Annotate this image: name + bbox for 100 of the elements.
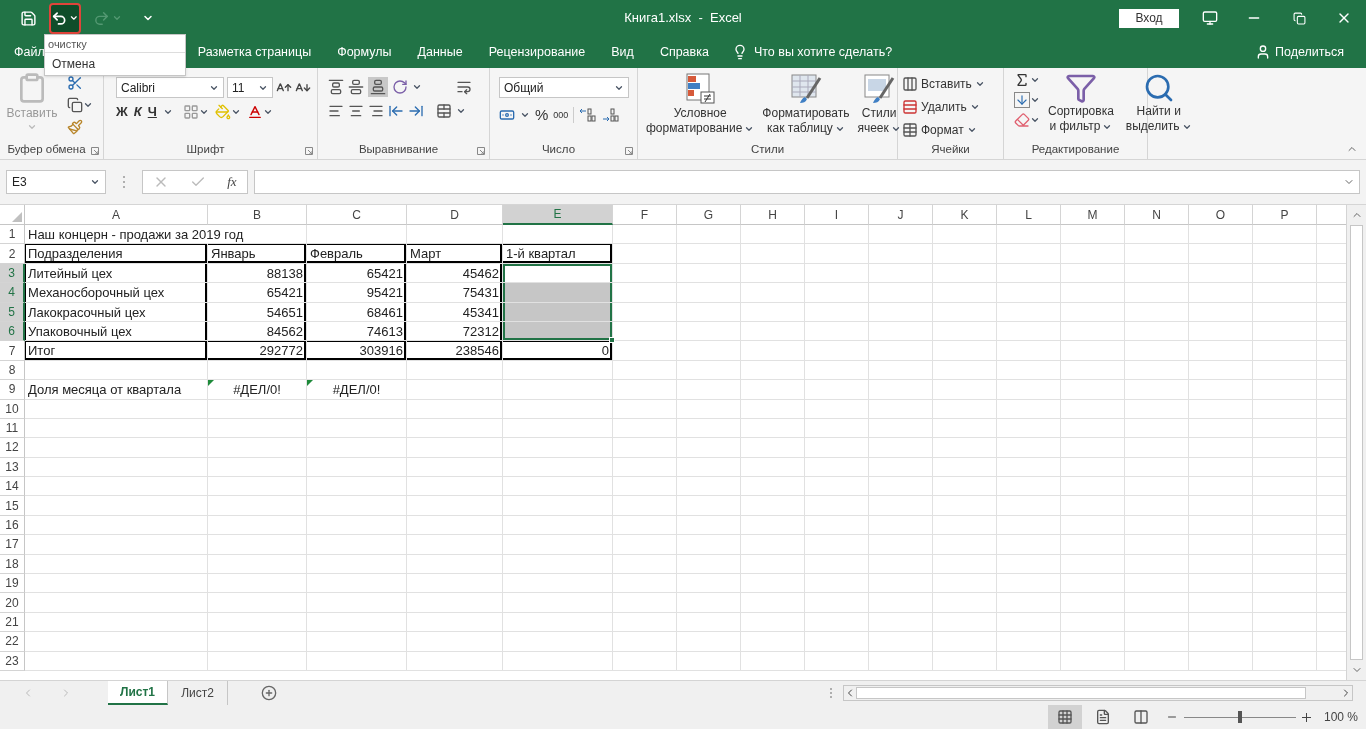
row-header[interactable]: 2 — [0, 244, 25, 264]
font-color-icon[interactable] — [246, 103, 263, 120]
dialog-launcher-icon[interactable] — [91, 147, 99, 155]
error-indicator-icon[interactable] — [307, 380, 313, 387]
view-button[interactable] — [1047, 705, 1082, 729]
format-painter-icon[interactable] — [67, 119, 83, 135]
ribbon-tab[interactable]: Рецензирование — [488, 42, 586, 62]
error-indicator-icon[interactable] — [208, 380, 214, 387]
insert-function-button[interactable]: fx — [227, 172, 237, 192]
undo-button[interactable] — [49, 2, 81, 34]
save-icon[interactable] — [20, 9, 37, 27]
italic-button[interactable]: К — [133, 102, 142, 122]
column-header[interactable]: M — [1061, 205, 1125, 225]
row-header[interactable]: 19 — [0, 574, 25, 594]
scroll-thumb[interactable] — [856, 687, 1306, 699]
align-center-icon[interactable] — [348, 103, 364, 119]
column-header[interactable]: A — [25, 205, 208, 225]
sign-in-button[interactable]: Вход — [1119, 8, 1179, 28]
column-header[interactable]: F — [613, 205, 677, 225]
styles-button[interactable]: Форматировать как таблицу — [758, 106, 854, 136]
row-header[interactable]: 4 — [0, 283, 25, 303]
row-header[interactable]: 20 — [0, 593, 25, 613]
column-header[interactable]: O — [1189, 205, 1253, 225]
ribbon-tab[interactable]: Файл — [14, 42, 45, 62]
ribbon-tab[interactable]: Справка — [659, 42, 709, 62]
underline-button[interactable]: Ч — [147, 102, 157, 122]
dialog-launcher-icon[interactable] — [625, 147, 633, 155]
share-button[interactable]: Поделиться — [1274, 42, 1344, 62]
bold-button[interactable]: Ж — [116, 102, 128, 122]
column-header[interactable]: B — [208, 205, 307, 225]
vertical-scrollbar[interactable] — [1346, 205, 1366, 680]
align-right-icon[interactable] — [368, 103, 384, 119]
align-bottom-button[interactable] — [368, 77, 388, 97]
zoom-in-icon[interactable] — [1301, 712, 1311, 722]
formula-field[interactable] — [254, 170, 1360, 194]
increase-decimal-icon[interactable] — [579, 107, 598, 124]
row-header[interactable]: 12 — [0, 438, 25, 458]
fill-color-icon[interactable] — [214, 103, 231, 120]
font-size-field[interactable]: 11 — [227, 77, 273, 98]
sheet-tab[interactable]: Лист1 — [108, 681, 168, 705]
fill-down-icon[interactable] — [1014, 92, 1030, 108]
zoom-slider-thumb[interactable] — [1237, 710, 1242, 723]
restore-icon[interactable] — [1293, 11, 1306, 25]
horizontal-scrollbar[interactable] — [843, 685, 1353, 701]
wrap-text-icon[interactable] — [456, 79, 472, 95]
merge-cells-icon[interactable] — [436, 103, 452, 119]
align-left-icon[interactable] — [328, 103, 344, 119]
row-header[interactable]: 1 — [0, 225, 25, 245]
ribbon-tab[interactable]: Формулы — [337, 42, 392, 62]
percent-button[interactable]: % — [535, 104, 549, 127]
column-header[interactable]: G — [677, 205, 741, 225]
zoom-level[interactable]: 100 % — [1323, 708, 1358, 726]
styles-button[interactable]: Стили ячеек — [853, 106, 905, 136]
row-header[interactable]: 7 — [0, 341, 25, 361]
dialog-launcher-icon[interactable] — [305, 147, 313, 155]
column-header[interactable]: H — [741, 205, 805, 225]
borders-icon[interactable] — [182, 103, 199, 120]
column-header[interactable]: J — [869, 205, 933, 225]
column-header[interactable]: P — [1253, 205, 1317, 225]
add-sheet-icon[interactable] — [261, 685, 277, 701]
dialog-launcher-icon[interactable] — [477, 147, 485, 155]
cells-button[interactable]: Вставить — [921, 74, 972, 93]
decrease-decimal-icon[interactable] — [602, 107, 621, 124]
copy-icon[interactable] — [67, 97, 83, 113]
row-header[interactable]: 14 — [0, 477, 25, 497]
column-header[interactable]: N — [1125, 205, 1189, 225]
row-header[interactable]: 17 — [0, 535, 25, 555]
menu-item[interactable]: Отмена — [45, 53, 185, 75]
ribbon-tab[interactable]: Данные — [417, 42, 463, 62]
scroll-thumb[interactable] — [1350, 225, 1363, 660]
editing-button[interactable]: Сортировка и фильтр — [1044, 104, 1118, 134]
orientation-icon[interactable] — [392, 79, 408, 95]
drag-handle-icon[interactable] — [122, 175, 126, 189]
drag-handle-icon[interactable] — [829, 687, 833, 699]
align-top-icon[interactable] — [328, 79, 344, 95]
number-format-field[interactable]: Общий — [499, 77, 629, 98]
thousands-button[interactable]: 000 — [553, 108, 569, 122]
column-header[interactable]: K — [933, 205, 997, 225]
column-header[interactable]: C — [307, 205, 407, 225]
eraser-icon[interactable] — [1014, 112, 1030, 128]
row-header[interactable]: 22 — [0, 632, 25, 652]
font-name-field[interactable]: Calibri — [116, 77, 224, 98]
name-box[interactable]: E3 — [6, 170, 106, 194]
fill-handle[interactable] — [609, 337, 615, 344]
align-middle-icon[interactable] — [348, 79, 364, 95]
row-header[interactable]: 9 — [0, 380, 25, 400]
column-header[interactable]: E — [503, 205, 613, 225]
row-header[interactable]: 15 — [0, 496, 25, 516]
decrease-indent-icon[interactable] — [388, 103, 404, 119]
column-header[interactable]: I — [805, 205, 869, 225]
column-header[interactable]: L — [997, 205, 1061, 225]
scissors-icon[interactable] — [67, 75, 83, 91]
increase-indent-icon[interactable] — [408, 103, 424, 119]
ribbon-tab[interactable]: Разметка страницы — [197, 42, 312, 62]
sum-icon[interactable] — [1014, 72, 1030, 88]
cells-button[interactable]: Формат — [921, 120, 964, 139]
tell-me-field[interactable]: Что вы хотите сделать? — [753, 42, 893, 62]
cells-button[interactable]: Удалить — [921, 97, 967, 116]
ribbon-tab[interactable]: Вид — [611, 42, 634, 62]
styles-button[interactable]: Условное форматирование — [642, 106, 759, 136]
